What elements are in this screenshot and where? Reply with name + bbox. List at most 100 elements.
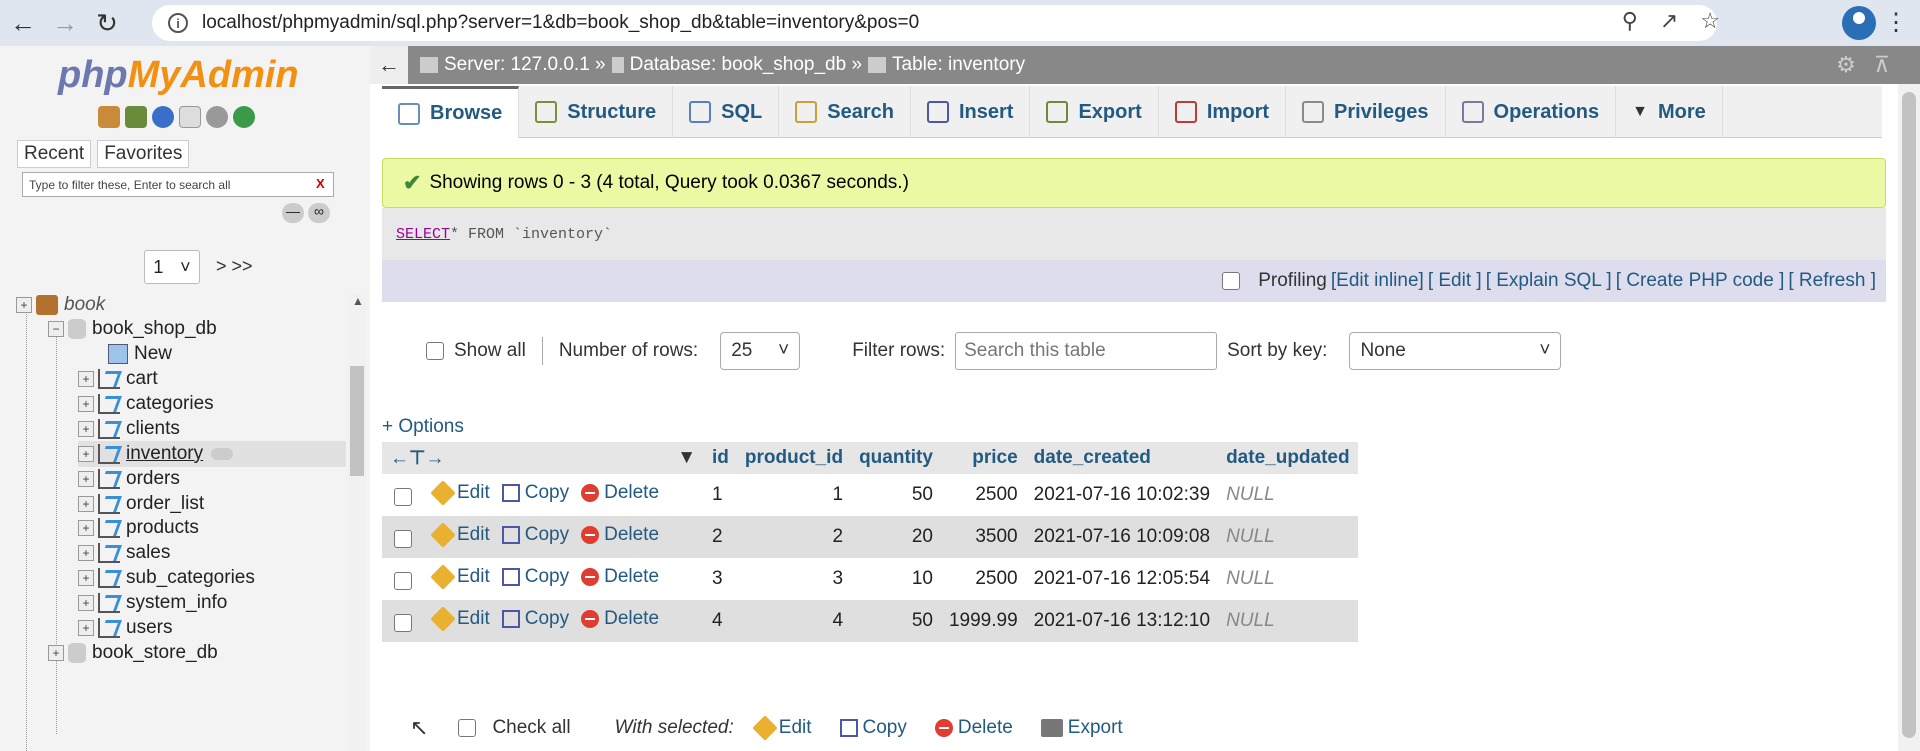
back-button[interactable]: ← (4, 4, 42, 42)
cell-date-updated[interactable]: NULL (1218, 516, 1358, 558)
collapse-nav-arrow-icon[interactable]: ← (370, 46, 408, 84)
cell-id[interactable]: 1 (704, 474, 737, 516)
row-delete-button[interactable]: Delete (581, 566, 659, 588)
sort-by-key-select[interactable]: None ˅ (1349, 332, 1562, 370)
tree-node-table[interactable]: + clients (78, 416, 180, 442)
column-menu-icon[interactable]: ▼ (677, 447, 696, 469)
phpmyadmin-logo[interactable]: phpMyAdmin (58, 54, 299, 97)
tree-node-table[interactable]: + order_list (78, 491, 204, 517)
favorites-tab[interactable]: Favorites (97, 140, 190, 168)
scroll-thumb[interactable] (1902, 92, 1916, 738)
bulk-delete-button[interactable]: Delete (934, 717, 1013, 739)
tree-node-table[interactable]: + categories (78, 391, 214, 417)
column-header-product-id[interactable]: product_id (736, 442, 852, 474)
create-php-code-link[interactable]: [ Create PHP code ] (1616, 270, 1785, 292)
breadcrumb-table[interactable]: Table: inventory (892, 54, 1025, 76)
tree-node-table[interactable]: + cart (78, 366, 158, 392)
check-all-checkbox[interactable] (458, 719, 477, 737)
row-edit-button[interactable]: Edit (430, 522, 490, 548)
cell-quantity[interactable]: 50 (851, 600, 941, 642)
tree-node-book-shop-db[interactable]: − book_shop_db (48, 316, 217, 342)
settings-gear-icon[interactable] (206, 106, 228, 128)
row-delete-button[interactable]: Delete (581, 482, 659, 504)
tab-structure[interactable]: Structure (519, 86, 674, 138)
tab-privileges[interactable]: Privileges (1286, 86, 1446, 138)
clear-filter-button[interactable]: X (316, 176, 325, 191)
address-bar[interactable]: i localhost/phpmyadmin/sql.php?server=1&… (152, 5, 1717, 41)
tab-insert[interactable]: Insert (911, 86, 1031, 138)
cell-quantity[interactable]: 10 (851, 558, 941, 600)
tree-node-book[interactable]: + book (16, 292, 105, 318)
cell-date-created[interactable]: 2021-07-16 10:02:39 (1025, 474, 1219, 516)
show-all-checkbox[interactable] (426, 342, 444, 360)
options-toggle[interactable]: + Options (382, 416, 464, 438)
collapse-all-icon[interactable]: — (282, 203, 304, 223)
navigation-filter-input[interactable]: Type to filter these, Enter to search al… (22, 172, 334, 197)
share-icon[interactable]: ↗ (1660, 8, 1678, 34)
tab-sql[interactable]: SQL (673, 86, 780, 138)
row-delete-button[interactable]: Delete (581, 608, 659, 630)
tab-more[interactable]: ▼ More (1616, 86, 1723, 138)
cell-date-created[interactable]: 2021-07-16 13:12:10 (1025, 600, 1219, 642)
bookmark-star-icon[interactable]: ☆ (1700, 8, 1720, 34)
recent-tab[interactable]: Recent (17, 140, 92, 168)
refresh-link[interactable]: [ Refresh ] (1788, 270, 1876, 292)
tree-node-table[interactable]: + users (78, 615, 172, 641)
cell-price[interactable]: 3500 (940, 516, 1026, 558)
bulk-export-button[interactable]: Export (1040, 717, 1123, 739)
breadcrumb-server[interactable]: Server: 127.0.0.1 » (444, 54, 606, 76)
navigation-scrollbar[interactable]: ▲ (348, 294, 366, 751)
check-all-label[interactable]: Check all (492, 717, 570, 739)
cell-product-id[interactable]: 3 (736, 558, 852, 600)
tree-node-table[interactable]: + sales (78, 540, 170, 566)
column-header-quantity[interactable]: quantity (851, 442, 941, 474)
zoom-icon[interactable]: ⚲ (1622, 8, 1638, 34)
column-header-date-created[interactable]: date_created (1025, 442, 1219, 474)
row-checkbox[interactable] (394, 487, 412, 506)
scroll-thumb[interactable] (350, 366, 364, 476)
page-navigation[interactable]: > >> (216, 256, 253, 277)
column-header-date-updated[interactable]: date_updated (1218, 442, 1358, 474)
link-with-main-icon[interactable]: ∞ (308, 203, 330, 223)
column-resize-arrows-icon[interactable]: ←⊤→ (390, 448, 445, 469)
row-delete-button[interactable]: Delete (581, 524, 659, 546)
cell-quantity[interactable]: 20 (851, 516, 941, 558)
column-header-price[interactable]: price (940, 442, 1026, 474)
forward-button[interactable]: → (46, 4, 84, 42)
help-icon[interactable] (152, 106, 174, 128)
cell-product-id[interactable]: 4 (736, 600, 852, 642)
reload-button[interactable]: ↻ (88, 4, 126, 42)
tree-node-new[interactable]: New (108, 341, 172, 367)
cell-product-id[interactable]: 2 (736, 516, 852, 558)
reload-nav-icon[interactable] (233, 106, 255, 128)
edit-inline-link[interactable]: [Edit inline] (1331, 270, 1424, 292)
profiling-checkbox[interactable] (1222, 272, 1241, 290)
tree-node-table[interactable]: + system_info (78, 590, 227, 616)
tab-browse[interactable]: Browse (382, 86, 520, 138)
cell-price[interactable]: 2500 (940, 558, 1026, 600)
cell-date-created[interactable]: 2021-07-16 10:09:08 (1025, 516, 1219, 558)
row-edit-button[interactable]: Edit (430, 480, 490, 506)
show-hidden-icon[interactable] (211, 447, 234, 460)
cell-quantity[interactable]: 50 (851, 474, 941, 516)
settings-gear-icon[interactable]: ⚙ (1836, 52, 1856, 78)
row-edit-button[interactable]: Edit (430, 564, 490, 590)
tab-import[interactable]: Import (1159, 86, 1287, 138)
sql-keyword[interactable]: SELECT (396, 226, 450, 243)
tree-node-table[interactable]: + sub_categories (78, 565, 255, 591)
row-checkbox[interactable] (394, 571, 412, 590)
row-copy-button[interactable]: Copy (501, 482, 569, 504)
cell-id[interactable]: 3 (704, 558, 737, 600)
edit-link[interactable]: [ Edit ] (1428, 270, 1482, 292)
cell-date-updated[interactable]: NULL (1218, 474, 1358, 516)
tree-node-book-store-db[interactable]: + book_store_db (48, 640, 218, 666)
cell-id[interactable]: 4 (704, 600, 737, 642)
num-rows-select[interactable]: 25 ˅ (720, 332, 801, 370)
cell-id[interactable]: 2 (704, 516, 737, 558)
row-checkbox[interactable] (394, 613, 412, 632)
row-copy-button[interactable]: Copy (501, 566, 569, 588)
page-select[interactable]: 1 ˅ (144, 250, 200, 284)
cell-product-id[interactable]: 1 (736, 474, 852, 516)
cell-date-updated[interactable]: NULL (1218, 558, 1358, 600)
filter-rows-input[interactable]: Search this table (955, 332, 1218, 370)
